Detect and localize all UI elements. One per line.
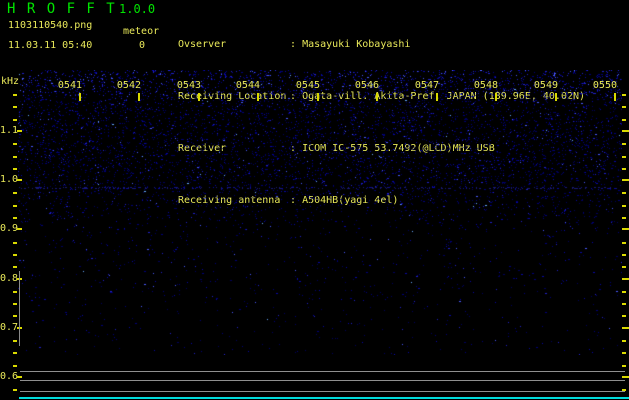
level-gridline <box>20 371 625 372</box>
time-tick-label: 0541 <box>57 80 82 91</box>
frequency-major-tick-right <box>622 179 629 181</box>
frequency-minor-tick-right <box>622 119 626 121</box>
frequency-minor-tick-left <box>13 205 17 207</box>
frequency-minor-tick-left <box>13 266 17 268</box>
time-tick-label: 0543 <box>176 80 201 91</box>
frequency-tick-label: 1.1 <box>0 125 19 136</box>
observer-row: Ovserver: Masayuki Kobayashi <box>178 39 585 53</box>
frequency-minor-tick-left <box>13 352 17 354</box>
frequency-minor-tick-right <box>622 266 626 268</box>
app-version: 1.0.0 <box>119 2 156 16</box>
time-tick-label: 0549 <box>533 80 558 91</box>
hrofft-spectrogram-image: H R O F F T 1.0.0 1103110540.png meteor … <box>0 0 629 400</box>
frequency-minor-tick-left <box>13 254 17 256</box>
frequency-major-tick-right <box>622 327 629 329</box>
frequency-major-tick-left <box>17 228 22 230</box>
frequency-tick-label: 0.8 <box>0 273 19 284</box>
frequency-minor-tick-left <box>13 217 17 219</box>
frequency-minor-tick-right <box>622 254 626 256</box>
detection-band-marker <box>19 271 20 346</box>
frequency-minor-tick-right <box>622 242 626 244</box>
meteor-count-value: 0 <box>139 40 146 51</box>
frequency-minor-tick-right <box>622 340 626 342</box>
frequency-minor-tick-left <box>13 340 17 342</box>
time-tick-label: 0550 <box>592 80 617 91</box>
app-title: H R O F F T <box>7 1 117 17</box>
level-gridline <box>20 391 625 392</box>
frequency-minor-tick-left <box>13 143 17 145</box>
frequency-minor-tick-left <box>13 168 17 170</box>
time-tick-mark <box>317 93 319 101</box>
time-tick-mark <box>138 93 140 101</box>
frequency-minor-tick-left <box>13 156 17 158</box>
time-tick-mark <box>257 93 259 101</box>
frequency-minor-tick-right <box>622 217 626 219</box>
frequency-minor-tick-left <box>13 291 17 293</box>
time-tick-label: 0547 <box>414 80 439 91</box>
signal-level-baseline <box>19 397 629 399</box>
frequency-tick-label: 1.0 <box>0 174 19 185</box>
frequency-major-tick-right <box>622 228 629 230</box>
frequency-minor-tick-right <box>622 192 626 194</box>
frequency-major-tick-left <box>17 179 22 181</box>
frequency-minor-tick-right <box>622 106 626 108</box>
frequency-minor-tick-right <box>622 352 626 354</box>
frequency-minor-tick-right <box>622 303 626 305</box>
frequency-minor-tick-right <box>622 94 626 96</box>
frequency-minor-tick-right <box>622 156 626 158</box>
frequency-minor-tick-right <box>622 205 626 207</box>
time-tick-label: 0548 <box>473 80 498 91</box>
frequency-minor-tick-left <box>13 94 17 96</box>
frequency-minor-tick-right <box>622 143 626 145</box>
frequency-major-tick-right <box>622 130 629 132</box>
time-tick-mark <box>436 93 438 101</box>
time-tick-mark <box>555 93 557 101</box>
frequency-tick-label: 0.7 <box>0 322 19 333</box>
frequency-minor-tick-right <box>622 291 626 293</box>
frequency-minor-tick-right <box>622 168 626 170</box>
frequency-minor-tick-right <box>622 365 626 367</box>
frequency-minor-tick-left <box>13 389 17 391</box>
meteor-counter-label: meteor <box>123 26 160 37</box>
level-gridline <box>20 380 625 381</box>
info-separator: : <box>290 39 297 50</box>
frequency-minor-tick-left <box>13 119 17 121</box>
frequency-minor-tick-left <box>13 303 17 305</box>
frequency-minor-tick-left <box>13 192 17 194</box>
frequency-major-tick-left <box>17 376 22 378</box>
frequency-minor-tick-left <box>13 365 17 367</box>
output-filename: 1103110540.png <box>8 20 93 31</box>
frequency-major-tick-right <box>622 376 629 378</box>
time-tick-mark <box>376 93 378 101</box>
frequency-tick-label: 0.6 <box>0 371 19 382</box>
time-tick-mark <box>198 93 200 101</box>
time-tick-label: 0542 <box>116 80 141 91</box>
time-tick-mark <box>79 93 81 101</box>
frequency-major-tick-left <box>17 130 22 132</box>
time-tick-label: 0545 <box>295 80 320 91</box>
info-label: Ovserver <box>178 39 227 50</box>
time-tick-mark <box>495 93 497 101</box>
time-tick-mark <box>614 93 616 101</box>
observation-datetime: 11.03.11 05:40 <box>8 40 93 51</box>
frequency-minor-tick-left <box>13 315 17 317</box>
spectrogram-noise-canvas <box>18 70 622 355</box>
frequency-minor-tick-left <box>13 106 17 108</box>
frequency-axis-unit-label: kHz <box>1 76 20 87</box>
frequency-minor-tick-right <box>622 315 626 317</box>
time-tick-label: 0546 <box>354 80 379 91</box>
frequency-tick-label: 0.9 <box>0 223 19 234</box>
frequency-major-tick-right <box>622 278 629 280</box>
frequency-minor-tick-left <box>13 242 17 244</box>
info-value: Masayuki Kobayashi <box>302 39 411 50</box>
time-tick-label: 0544 <box>235 80 260 91</box>
